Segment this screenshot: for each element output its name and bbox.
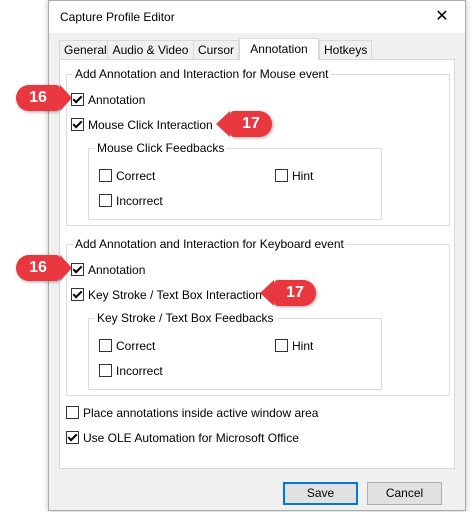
- tab-strip: General Audio & Video Cursor Annotation …: [59, 38, 455, 60]
- checkbox-checked-icon[interactable]: [66, 431, 79, 445]
- mouse-hint-label: Hint: [292, 169, 314, 183]
- keyboard-group-title: Add Annotation and Interaction for Keybo…: [73, 237, 346, 251]
- checkbox-checked-icon[interactable]: [71, 263, 84, 277]
- key-stroke-feedbacks-group: Key Stroke / Text Box Feedbacks Correct …: [88, 311, 382, 390]
- callout-number: 16: [29, 89, 47, 106]
- save-button[interactable]: Save: [283, 482, 358, 505]
- capture-profile-editor-dialog: Capture Profile Editor ✕ General Audio &…: [48, 0, 466, 511]
- keyboard-hint-checkbox[interactable]: Hint: [275, 338, 313, 354]
- ole-automation-label: Use OLE Automation for Microsoft Office: [83, 431, 299, 445]
- cancel-button[interactable]: Cancel: [367, 482, 442, 505]
- place-inside-window-checkbox[interactable]: Place annotations inside active window a…: [66, 405, 318, 421]
- tab-annotation[interactable]: Annotation: [239, 38, 319, 60]
- keyboard-annotation-checkbox[interactable]: Annotation: [71, 262, 145, 278]
- mouse-correct-checkbox[interactable]: Correct: [99, 168, 155, 184]
- step-callout-17: 17: [216, 111, 272, 137]
- keyboard-incorrect-label: Incorrect: [116, 364, 163, 378]
- checkbox-unchecked-icon[interactable]: [66, 406, 79, 420]
- tab-hotkeys[interactable]: Hotkeys: [319, 40, 372, 59]
- keyboard-feedbacks-title: Key Stroke / Text Box Feedbacks: [95, 311, 276, 325]
- checkbox-unchecked-icon[interactable]: [99, 339, 112, 353]
- key-stroke-interaction-checkbox[interactable]: Key Stroke / Text Box Interaction: [71, 287, 262, 303]
- tab-audio-video[interactable]: Audio & Video: [107, 40, 194, 59]
- checkbox-unchecked-icon[interactable]: [275, 169, 288, 183]
- title-bar: Capture Profile Editor ✕: [49, 1, 465, 33]
- checkbox-unchecked-icon[interactable]: [99, 364, 112, 378]
- keyboard-event-group: Add Annotation and Interaction for Keybo…: [66, 237, 450, 396]
- mouse-hint-checkbox[interactable]: Hint: [275, 168, 313, 184]
- mouse-incorrect-checkbox[interactable]: Incorrect: [99, 193, 163, 209]
- callout-arrow-icon: [216, 111, 230, 137]
- callout-arrow-icon: [60, 255, 72, 281]
- mouse-correct-label: Correct: [116, 169, 156, 183]
- mouse-annotation-label: Annotation: [88, 93, 146, 107]
- step-callout-16: 16: [16, 255, 72, 281]
- mouse-incorrect-label: Incorrect: [116, 194, 163, 208]
- place-inside-window-label: Place annotations inside active window a…: [83, 406, 319, 420]
- tab-cursor[interactable]: Cursor: [193, 40, 239, 59]
- checkbox-unchecked-icon[interactable]: [99, 169, 112, 183]
- mouse-annotation-checkbox[interactable]: Annotation: [71, 92, 145, 108]
- callout-arrow-icon: [260, 280, 274, 306]
- checkbox-unchecked-icon[interactable]: [275, 339, 288, 353]
- key-stroke-interaction-label: Key Stroke / Text Box Interaction: [88, 288, 262, 302]
- keyboard-incorrect-checkbox[interactable]: Incorrect: [99, 363, 163, 379]
- mouse-event-group: Add Annotation and Interaction for Mouse…: [66, 67, 450, 226]
- callout-number: 16: [29, 259, 47, 276]
- mouse-feedbacks-title: Mouse Click Feedbacks: [95, 141, 227, 155]
- step-callout-16: 16: [16, 85, 72, 111]
- ole-automation-checkbox[interactable]: Use OLE Automation for Microsoft Office: [66, 430, 299, 446]
- checkbox-checked-icon[interactable]: [71, 118, 84, 132]
- tab-general[interactable]: General: [59, 40, 108, 59]
- keyboard-correct-checkbox[interactable]: Correct: [99, 338, 155, 354]
- mouse-click-feedbacks-group: Mouse Click Feedbacks Correct Hint Incor…: [88, 141, 382, 220]
- checkbox-checked-icon[interactable]: [71, 288, 84, 302]
- keyboard-annotation-label: Annotation: [88, 263, 146, 277]
- mouse-click-interaction-label: Mouse Click Interaction: [88, 118, 213, 132]
- keyboard-correct-label: Correct: [116, 339, 156, 353]
- checkbox-unchecked-icon[interactable]: [99, 194, 112, 208]
- callout-number: 17: [286, 284, 304, 301]
- mouse-group-title: Add Annotation and Interaction for Mouse…: [73, 67, 331, 81]
- close-icon[interactable]: ✕: [419, 1, 465, 33]
- checkbox-checked-icon[interactable]: [71, 93, 84, 107]
- keyboard-hint-label: Hint: [292, 339, 314, 353]
- callout-number: 17: [242, 115, 260, 132]
- callout-arrow-icon: [60, 85, 72, 111]
- step-callout-17: 17: [260, 280, 316, 306]
- window-title: Capture Profile Editor: [60, 10, 175, 24]
- mouse-click-interaction-checkbox[interactable]: Mouse Click Interaction: [71, 117, 213, 133]
